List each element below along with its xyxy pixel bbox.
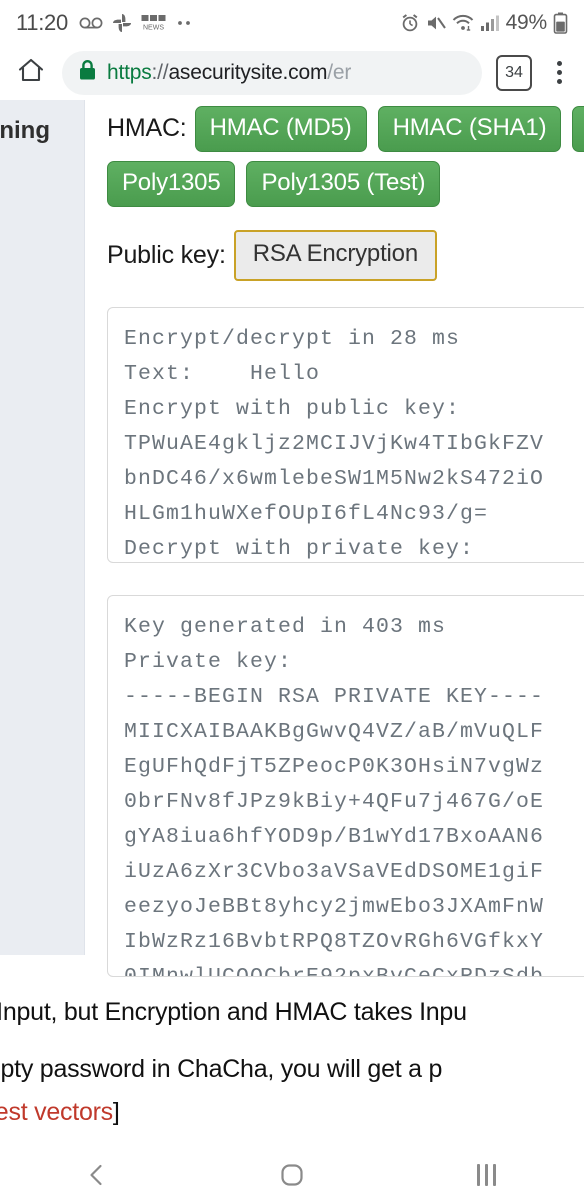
note-line-1: hing takes Input, but Encryption and HMA… (0, 997, 467, 1026)
mute-icon (426, 14, 446, 32)
android-status-bar: 11:20 NEWS 49% (0, 0, 584, 45)
back-button[interactable] (57, 1150, 137, 1200)
page-layout: y: Signing HMAC: HMAC (MD5) HMAC (SHA1) … (0, 100, 584, 977)
sidebar-clip: y: Signing (0, 100, 84, 148)
battery-percent-label: 49% (505, 10, 548, 34)
status-bar-right: 49% (400, 11, 568, 35)
webpage-viewport: y: Signing HMAC: HMAC (MD5) HMAC (SHA1) … (0, 100, 584, 1150)
key-generation-output-box[interactable]: Key generated in 403 ms Private key: ---… (107, 594, 584, 977)
public-key-row: Public key: RSA Encryption (107, 229, 584, 281)
alarm-icon (400, 13, 420, 33)
tab-count-button[interactable]: 34 (496, 54, 532, 91)
page-content: HMAC: HMAC (MD5) HMAC (SHA1) HM Poly1305… (85, 100, 584, 977)
hmac-md5-button[interactable]: HMAC (MD5) (194, 106, 367, 152)
page-sidebar: y: Signing (0, 100, 85, 955)
encrypt-decrypt-output-text: Encrypt/decrypt in 28 ms Text: Hello Enc… (124, 326, 545, 561)
url-separator: :// (151, 60, 169, 84)
voicemail-icon (79, 15, 103, 31)
url-host: asecuritysite.com (168, 60, 328, 84)
home-icon[interactable] (16, 55, 46, 90)
signal-icon (480, 14, 500, 32)
status-bar-left: 11:20 NEWS (16, 10, 400, 36)
test-vectors-link[interactable]: Test vectors (0, 1098, 113, 1126)
note-bracket-close: ] (112, 1097, 120, 1126)
encrypt-decrypt-output-box[interactable]: Encrypt/decrypt in 28 ms Text: Hello Enc… (107, 306, 584, 563)
sidebar-item-signing[interactable]: Signing (0, 114, 84, 148)
more-notifications-icon (176, 19, 194, 27)
battery-icon (553, 12, 568, 34)
bbc-news-icon: NEWS (141, 14, 167, 32)
status-clock: 11:20 (16, 9, 68, 35)
overflow-menu-icon[interactable] (546, 57, 572, 89)
note-line-2-text: u have an empty password in ChaCha, you … (0, 1054, 443, 1083)
recents-button[interactable] (447, 1150, 527, 1200)
hmac-sha1-button[interactable]: HMAC (SHA1) (377, 106, 562, 152)
url-scheme: https (107, 60, 152, 84)
hmac-label: HMAC: (107, 114, 187, 143)
poly1305-button-row: Poly1305 Poly1305 (Test) (107, 160, 584, 207)
sidebar-item-0[interactable]: y: (0, 100, 84, 114)
url-text: https://asecuritysite.com/er (107, 61, 351, 85)
android-nav-bar (0, 1150, 584, 1200)
home-button[interactable] (252, 1150, 332, 1200)
google-photos-icon (112, 13, 132, 33)
poly1305-button[interactable]: Poly1305 (107, 160, 236, 207)
hmac-button-row: HMAC: HMAC (MD5) HMAC (SHA1) HM (107, 106, 584, 152)
hmac-sha256-button[interactable]: HM (572, 106, 584, 152)
rsa-encryption-button[interactable]: RSA Encryption (233, 229, 437, 281)
lock-icon (78, 59, 97, 86)
public-key-label: Public key: (107, 240, 226, 269)
page-notes: hing takes Input, but Encryption and HMA… (0, 995, 584, 1150)
url-path: /er (327, 60, 352, 84)
browser-toolbar: https://asecuritysite.com/er 34 (0, 45, 584, 100)
url-bar[interactable]: https://asecuritysite.com/er (62, 50, 482, 95)
svg-text:NEWS: NEWS (143, 24, 164, 31)
poly1305-test-button[interactable]: Poly1305 (Test) (246, 160, 441, 207)
key-generation-output-text: Key generated in 403 ms Private key: ---… (124, 614, 545, 977)
note-line-2: u have an empty password in ChaCha, you … (0, 1052, 442, 1087)
note-line-2b: da0..' [Test][Test vectors] (0, 1095, 436, 1130)
wifi-icon (452, 14, 474, 32)
